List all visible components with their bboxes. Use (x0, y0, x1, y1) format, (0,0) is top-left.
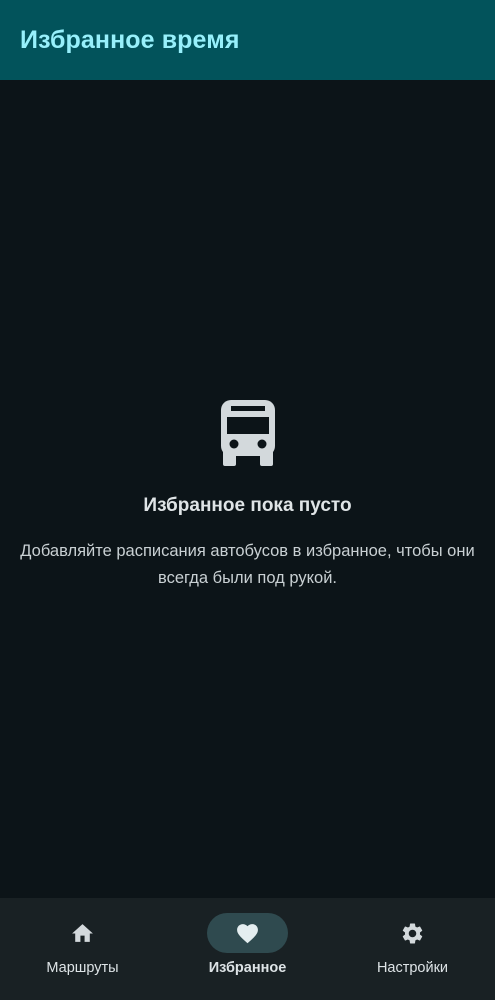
nav-item-settings[interactable]: Настройки (330, 898, 495, 1000)
empty-state-subtitle: Добавляйте расписания автобусов в избран… (20, 542, 475, 587)
favorites-content: Избранное пока пусто Добавляйте расписан… (0, 80, 495, 898)
nav-item-routes[interactable]: Маршруты (0, 898, 165, 1000)
nav-item-favorites[interactable]: Избранное (165, 898, 330, 1000)
nav-label-routes: Маршруты (46, 960, 119, 976)
bottom-navigation: Маршруты Избранное Настройки (0, 898, 495, 1000)
heart-icon (237, 924, 258, 944)
nav-label-favorites: Избранное (208, 960, 287, 976)
gear-icon (402, 923, 423, 944)
nav-label-settings: Настройки (376, 960, 449, 976)
app-bar: Избранное время (0, 0, 495, 80)
empty-state-title: Избранное пока пусто (143, 495, 352, 516)
home-icon (72, 924, 93, 942)
page-title: Избранное время (20, 25, 240, 54)
bus-icon (221, 400, 275, 466)
